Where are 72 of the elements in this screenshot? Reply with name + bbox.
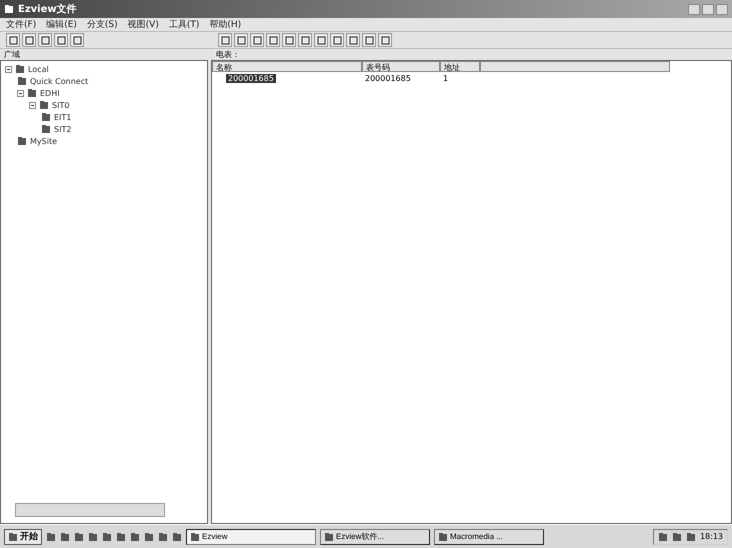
menu-item[interactable]: 视图(V) [128,18,159,31]
tree-item[interactable]: MySite [30,136,57,146]
close-button[interactable] [716,4,728,14]
toolbar-button[interactable] [314,33,328,47]
toolbar-button[interactable] [282,33,296,47]
quick-launch-icon [116,532,126,542]
column-header[interactable]: 地址 [440,61,480,72]
toolbar-button[interactable] [70,33,84,47]
folder-icon [41,124,51,134]
toolbar-button[interactable] [346,33,360,47]
column-header[interactable]: 名称 [212,61,362,72]
menu-item[interactable]: 分支(S) [86,18,118,31]
window-icon [190,532,200,542]
toolbar-button[interactable] [298,33,312,47]
tree-item[interactable]: Local [28,64,49,74]
tray-icon [672,532,682,542]
window-title: Ezview文件 [18,2,77,16]
toolbar-button[interactable] [234,33,248,47]
tree-item[interactable]: SIT2 [54,124,72,134]
quick-launch-icon [46,532,56,542]
toolbar-button[interactable] [22,33,36,47]
folder-icon [39,100,49,110]
list-item[interactable]: 200001685 [226,74,276,83]
window-icon [324,532,334,542]
tree-item[interactable]: EIT1 [54,112,72,122]
toolbar-button[interactable] [266,33,280,47]
folder-icon [17,136,27,146]
tree-item[interactable]: SIT0 [52,100,70,110]
quick-launch-icon [102,532,112,542]
pane-label: 广域 [3,49,21,60]
quick-launch-icon [88,532,98,542]
table-cell-text: 1 [442,74,450,83]
tree-item[interactable]: EDHI [40,88,60,98]
start-button[interactable]: 开始 [4,528,42,544]
menu-item[interactable]: 工具(T) [168,18,200,31]
toolbar-button[interactable] [6,33,20,47]
collapse-icon[interactable] [17,90,24,96]
toolbar-button[interactable] [330,33,344,47]
tray-icon [658,532,668,542]
table-cell-text: 200001685 [364,74,412,83]
column-header[interactable]: 表号码 [362,61,440,72]
minimize-button[interactable] [688,4,700,14]
toolbar-button[interactable] [250,33,264,47]
folder-icon [17,76,27,86]
toolbar-button[interactable] [378,33,392,47]
toolbar-button[interactable] [38,33,52,47]
taskbar-button[interactable]: Ezview软件... [320,528,430,544]
menu-item[interactable]: 编辑(E) [46,18,77,31]
quick-launch-icon [130,532,140,542]
toolbar-button[interactable] [362,33,376,47]
quick-launch-icon [144,532,154,542]
collapse-icon[interactable] [5,66,12,72]
folder-icon [27,88,37,98]
clock: 18:13 [700,532,723,541]
taskbar-button[interactable]: Macromedia ... [434,528,544,544]
collapse-icon[interactable] [29,102,36,108]
folder-icon [15,64,25,74]
toolbar-button[interactable] [218,33,232,47]
window-icon [438,532,448,542]
taskbar-button[interactable]: Ezview [186,528,316,544]
folder-icon [41,112,51,122]
quick-launch-icon [172,532,182,542]
toolbar-button[interactable] [54,33,68,47]
quick-launch-icon [60,532,70,542]
quick-launch-icon [74,532,84,542]
tree-item[interactable]: Quick Connect [30,76,88,86]
tray-icon [686,532,696,542]
pane-label: 电表： [215,49,241,60]
menu-item[interactable]: 帮助(H) [209,18,242,31]
maximize-button[interactable] [702,4,714,14]
menu-item[interactable]: 文件(F) [6,18,36,31]
quick-launch-icon [158,532,168,542]
